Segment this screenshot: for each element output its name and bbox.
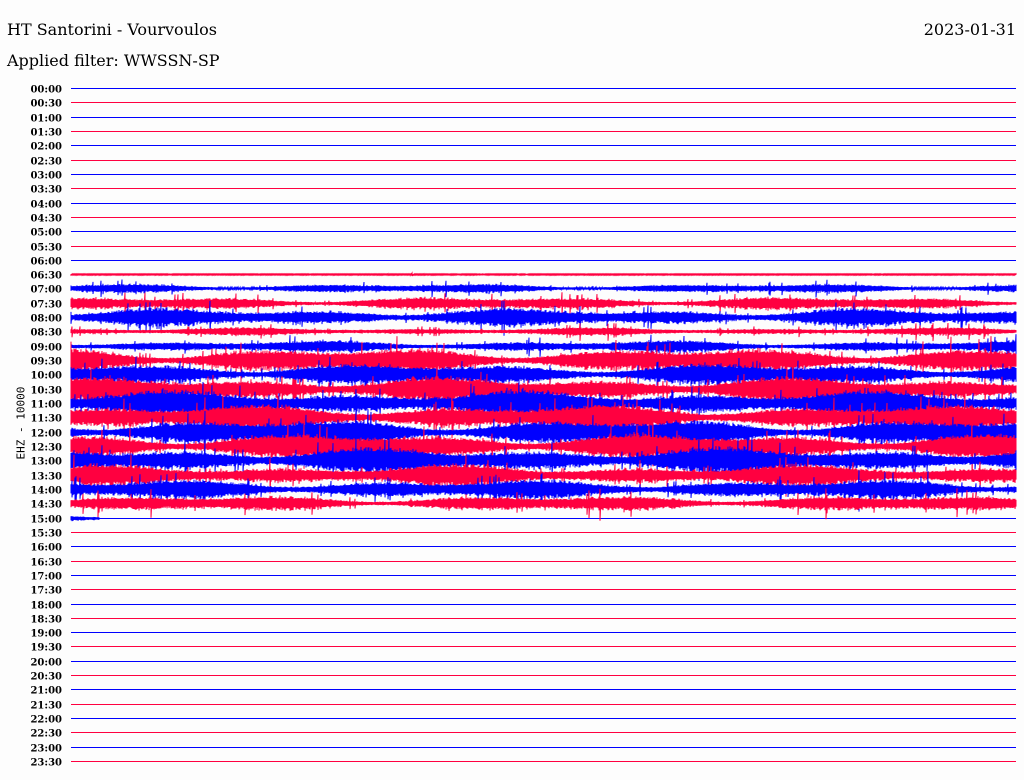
time-tick-label: 14:30 [30,500,62,511]
time-tick-label: 11:00 [30,400,62,411]
time-tick-label: 18:30 [30,615,62,626]
time-tick-label: 09:30 [30,357,62,368]
time-tick-label: 20:00 [30,658,62,669]
time-tick-label: 15:30 [30,529,62,540]
time-tick-label: 19:00 [30,629,62,640]
time-tick-label: 12:30 [30,443,62,454]
time-tick-label: 15:00 [30,515,62,526]
time-tick-label: 02:30 [30,157,62,168]
seismic-trace-0700 [70,279,1017,298]
time-tick-label: 21:00 [30,686,62,697]
time-tick-label: 06:00 [30,257,62,268]
time-tick-label: 03:00 [30,171,62,182]
time-tick-label: 04:00 [30,200,62,211]
time-tick-label: 01:00 [30,114,62,125]
seismic-trace-0630 [70,271,1017,277]
time-tick-label: 18:00 [30,601,62,612]
time-tick-label: 17:00 [30,572,62,583]
time-tick-label: 06:30 [30,271,62,282]
time-tick-label: 00:00 [30,85,62,96]
time-tick-label: 05:30 [30,243,62,254]
time-tick-label: 08:00 [30,314,62,325]
time-tick-label: 12:00 [30,429,62,440]
seismic-trace-1500 [70,516,100,522]
time-tick-label: 16:00 [30,543,62,554]
time-tick-label: 11:30 [30,414,62,425]
time-tick-label: 13:00 [30,457,62,468]
time-tick-label: 04:30 [30,214,62,225]
time-tick-label: 23:00 [30,744,62,755]
time-tick-label: 07:00 [30,285,62,296]
time-tick-label: 23:30 [30,758,62,769]
helicorder-plot: 00:00 00:30 01:00 01:30 02:00 02:30 03:00 03:30… [30,85,1017,769]
time-tick-label: 14:00 [30,486,62,497]
time-tick-label: 22:30 [30,729,62,740]
time-tick-label: 07:30 [30,300,62,311]
time-tick-label: 20:30 [30,672,62,683]
time-tick-label: 03:30 [30,185,62,196]
time-tick-label: 00:30 [30,99,62,110]
time-tick-label: 17:30 [30,586,62,597]
time-tick-label: 09:00 [30,343,62,354]
time-tick-label: 10:00 [30,371,62,382]
time-tick-label: 19:30 [30,643,62,654]
time-tick-label: 21:30 [30,701,62,712]
time-tick-label: 08:30 [30,328,62,339]
seismic-trace-0830 [70,322,1017,342]
time-tick-label: 13:30 [30,472,62,483]
time-tick-label: 22:00 [30,715,62,726]
time-tick-label: 16:30 [30,558,62,569]
time-tick-label: 10:30 [30,386,62,397]
time-tick-label: 05:00 [30,228,62,239]
time-tick-label: 02:00 [30,142,62,153]
time-tick-label: 01:30 [30,128,62,139]
